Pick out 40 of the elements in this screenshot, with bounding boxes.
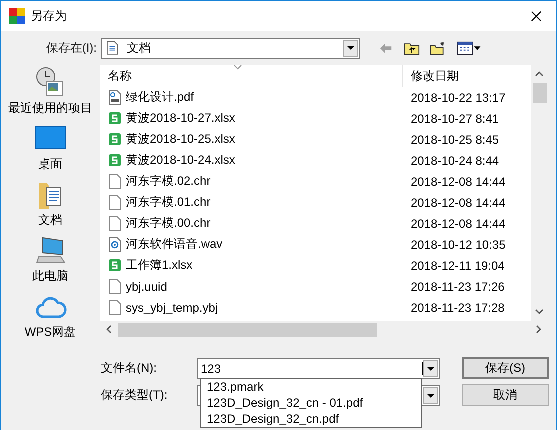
location-dropdown[interactable]: 文档 [101, 38, 360, 58]
sidebar-place[interactable]: 桌面 [4, 123, 98, 171]
file-name[interactable]: 河东字模.00.chr [126, 215, 211, 232]
file-name[interactable]: 黄波2018-10-24.xlsx [126, 152, 236, 169]
column-header[interactable]: 名称 [100, 65, 403, 87]
modified-date: 2018-10-22 13:17 [410, 90, 506, 104]
modified-date: 2018-10-27 8:41 [410, 112, 500, 126]
column-header[interactable]: 修改日期 [403, 68, 459, 84]
sidebar-place[interactable]: 最近使用的项目 [4, 67, 98, 115]
file-name[interactable]: 黄波2018-10-25.xlsx [126, 131, 236, 148]
modified-date: 2018-10-25 8:45 [410, 132, 500, 146]
file-name[interactable]: 工作簿1.xlsx [126, 257, 193, 274]
modified-date: 2018-11-23 17:26 [410, 280, 505, 294]
suggestion-item[interactable]: 123.pmark [201, 379, 421, 395]
save-in-label: 保存在(I): [45, 40, 98, 56]
modified-date: 2018-10-24 8:44 [410, 154, 500, 168]
file-name-field[interactable]: 123 [197, 358, 440, 379]
window-title: 另存为 [31, 8, 68, 24]
sidebar-place[interactable]: 文档 [4, 179, 98, 227]
sidebar-place[interactable]: WPS网盘 [4, 291, 98, 339]
file-name[interactable]: 河东软件语音.wav [126, 236, 223, 253]
modified-date: 2018-12-11 19:04 [410, 258, 505, 272]
file-name[interactable]: ybj.uuid [126, 280, 168, 294]
suggestion-item[interactable]: 123D_Design_32_cn.pdf [201, 411, 421, 427]
cancel-button[interactable]: 取消 [462, 384, 549, 406]
modified-date: 2018-12-08 14:44 [410, 216, 506, 230]
file-name[interactable]: 绿化设计.pdf [126, 89, 194, 106]
file-name[interactable]: sys_ybj_temp.ybj [126, 300, 218, 314]
file-name[interactable]: 河东字模.01.chr [126, 194, 211, 211]
file-name[interactable]: 河东字模.02.chr [126, 173, 211, 190]
modified-date: 2018-12-08 14:44 [410, 196, 506, 210]
sidebar-place[interactable]: 此电脑 [4, 235, 98, 283]
suggestion-item[interactable]: 123D_Design_32_cn - 01.pdf [201, 395, 421, 411]
modified-date: 2018-10-12 10:35 [410, 238, 506, 252]
file-name-label: 文件名(N): [101, 360, 158, 377]
file-type-label: 保存类型(T): [101, 387, 169, 404]
modified-date: 2018-12-08 14:44 [410, 174, 506, 188]
file-name[interactable]: 黄波2018-10-27.xlsx [126, 110, 236, 127]
modified-date: 2018-11-23 17:28 [410, 300, 505, 314]
save-button[interactable]: 保存(S) [462, 357, 549, 379]
